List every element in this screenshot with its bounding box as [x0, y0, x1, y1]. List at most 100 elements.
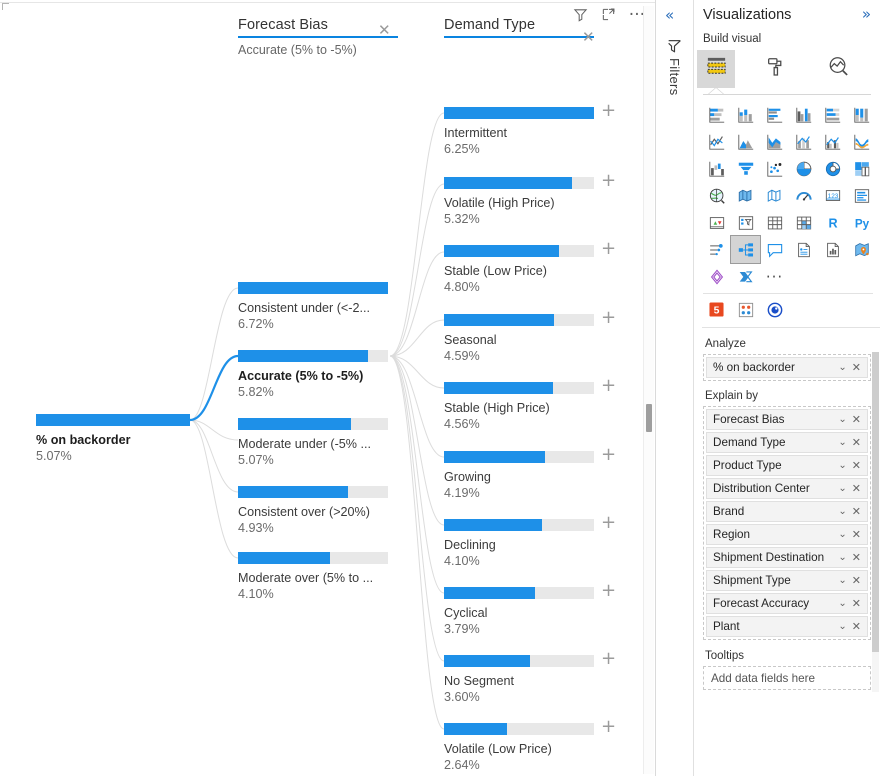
- tooltips-well-dropzone[interactable]: Add data fields here: [703, 666, 871, 690]
- chevron-down-icon[interactable]: ⌄: [838, 460, 851, 471]
- line-stacked-column-chart-icon[interactable]: [789, 128, 818, 155]
- analyze-well-dropzone[interactable]: % on backorder ⌄ ✕: [703, 354, 871, 381]
- expand-node-button[interactable]: +: [601, 102, 616, 120]
- remove-field-icon[interactable]: ✕: [852, 551, 867, 564]
- tree-node-accurate[interactable]: Accurate (5% to -5%) 5.82%: [238, 350, 388, 399]
- clustered-bar-chart-icon[interactable]: [760, 101, 789, 128]
- chevron-down-icon[interactable]: ⌄: [838, 414, 851, 425]
- clustered-column-chart-icon[interactable]: [789, 101, 818, 128]
- close-icon[interactable]: ✕: [378, 23, 391, 38]
- expand-node-button[interactable]: +: [601, 650, 616, 668]
- chevron-down-icon[interactable]: ⌄: [838, 621, 851, 632]
- gauge-icon[interactable]: [789, 182, 818, 209]
- treemap-icon[interactable]: [847, 155, 876, 182]
- tree-node-consistent-under[interactable]: Consistent under (<-2... 6.72%: [238, 282, 388, 331]
- power-automate-icon[interactable]: [731, 263, 760, 290]
- remove-field-icon[interactable]: ✕: [852, 505, 867, 518]
- remove-field-icon[interactable]: ✕: [852, 361, 867, 374]
- tree-node-stable-high-price[interactable]: Stable (High Price) 4.56% +: [444, 377, 616, 431]
- slicer-icon[interactable]: [731, 209, 760, 236]
- remove-field-icon[interactable]: ✕: [852, 436, 867, 449]
- tree-node-no-segment[interactable]: No Segment 3.60% +: [444, 650, 616, 704]
- python-visual-icon[interactable]: Py: [847, 209, 876, 236]
- chevron-down-icon[interactable]: ⌄: [838, 437, 851, 448]
- scrollbar-thumb[interactable]: [872, 352, 879, 652]
- tree-root-node[interactable]: % on backorder 5.07%: [36, 414, 190, 463]
- card-icon[interactable]: 123: [818, 182, 847, 209]
- qa-visual-icon[interactable]: [760, 236, 789, 263]
- remove-field-icon[interactable]: ✕: [852, 574, 867, 587]
- tree-node-volatile-low-price[interactable]: Volatile (Low Price) 2.64% +: [444, 718, 616, 772]
- chevron-down-icon[interactable]: ⌄: [838, 598, 851, 609]
- stacked-bar-chart-icon[interactable]: [702, 101, 731, 128]
- tree-node-declining[interactable]: Declining 4.10% +: [444, 514, 616, 568]
- 100-stacked-column-chart-icon[interactable]: [847, 101, 876, 128]
- more-visuals-icon[interactable]: ···: [760, 263, 789, 290]
- chevron-down-icon[interactable]: ⌄: [838, 575, 851, 586]
- tree-level-header-demand-type[interactable]: Demand Type ✕: [444, 17, 595, 45]
- expand-node-button[interactable]: +: [601, 240, 616, 258]
- chevron-down-icon[interactable]: ⌄: [838, 529, 851, 540]
- field-pill-region[interactable]: Region ⌄ ✕: [706, 524, 868, 545]
- field-pill-brand[interactable]: Brand ⌄ ✕: [706, 501, 868, 522]
- kpi-icon[interactable]: [702, 209, 731, 236]
- stacked-area-chart-icon[interactable]: [760, 128, 789, 155]
- chevron-down-icon[interactable]: ⌄: [838, 483, 851, 494]
- matrix-icon[interactable]: [789, 209, 818, 236]
- tree-node-stable-low-price[interactable]: Stable (Low Price) 4.80% +: [444, 240, 616, 294]
- remove-field-icon[interactable]: ✕: [852, 620, 867, 633]
- waterfall-chart-icon[interactable]: [702, 155, 731, 182]
- tree-level-header-forecast-bias[interactable]: Forecast Bias Accurate (5% to -5%) ✕: [238, 17, 398, 57]
- shape-map-icon[interactable]: [760, 182, 789, 209]
- field-pill-shipment-type[interactable]: Shipment Type ⌄ ✕: [706, 570, 868, 591]
- tree-node-volatile-high-price[interactable]: Volatile (High Price) 5.32% +: [444, 172, 616, 226]
- field-pill-plant[interactable]: Plant ⌄ ✕: [706, 616, 868, 637]
- donut-chart-icon[interactable]: [818, 155, 847, 182]
- tree-vertical-scrollbar[interactable]: [643, 6, 654, 774]
- map-icon[interactable]: [702, 182, 731, 209]
- key-influencers-icon[interactable]: [702, 236, 731, 263]
- remove-field-icon[interactable]: ✕: [852, 597, 867, 610]
- tree-node-moderate-over[interactable]: Moderate over (5% to ... 4.10%: [238, 552, 388, 601]
- scatter-chart-icon[interactable]: [760, 155, 789, 182]
- html-content-visual-icon[interactable]: 5: [702, 296, 731, 323]
- wells-vertical-scrollbar[interactable]: [872, 352, 879, 692]
- field-pill-demand-type[interactable]: Demand Type ⌄ ✕: [706, 432, 868, 453]
- decomposition-tree-visual[interactable]: ··· Forecast Bias Accurate (5% to -5%) ✕…: [0, 0, 656, 776]
- tree-node-seasonal[interactable]: Seasonal 4.59% +: [444, 309, 616, 363]
- analytics-tab[interactable]: [819, 50, 857, 88]
- area-chart-icon[interactable]: [731, 128, 760, 155]
- field-pill-product-type[interactable]: Product Type ⌄ ✕: [706, 455, 868, 476]
- focus-mode-icon[interactable]: [596, 7, 620, 27]
- expand-node-button[interactable]: +: [601, 582, 616, 600]
- remove-field-icon[interactable]: ✕: [852, 413, 867, 426]
- table-icon[interactable]: [760, 209, 789, 236]
- field-pill-distribution-center[interactable]: Distribution Center ⌄ ✕: [706, 478, 868, 499]
- scrollbar-thumb[interactable]: [646, 404, 652, 432]
- tree-node-moderate-under[interactable]: Moderate under (-5% ... 5.07%: [238, 418, 388, 467]
- explain-by-well-dropzone[interactable]: Forecast Bias ⌄ ✕ Demand Type ⌄ ✕ Produc…: [703, 406, 871, 640]
- remove-field-icon[interactable]: ✕: [852, 459, 867, 472]
- tree-node-cyclical[interactable]: Cyclical 3.79% +: [444, 582, 616, 636]
- tree-node-intermittent[interactable]: Intermittent 6.25% +: [444, 102, 616, 156]
- format-visual-tab[interactable]: [757, 50, 795, 88]
- line-chart-icon[interactable]: [702, 128, 731, 155]
- expand-node-button[interactable]: +: [601, 309, 616, 327]
- expand-node-button[interactable]: +: [601, 172, 616, 190]
- collapse-filters-icon[interactable]: «: [665, 8, 674, 23]
- ribbon-chart-icon[interactable]: [847, 128, 876, 155]
- multi-row-card-icon[interactable]: [847, 182, 876, 209]
- field-pill-forecast-accuracy[interactable]: Forecast Accuracy ⌄ ✕: [706, 593, 868, 614]
- r-script-visual-icon[interactable]: R: [818, 209, 847, 236]
- paginated-report-icon[interactable]: [818, 236, 847, 263]
- filter-funnel-icon[interactable]: [666, 38, 683, 60]
- chevron-down-icon[interactable]: ⌄: [838, 506, 851, 517]
- funnel-chart-icon[interactable]: [731, 155, 760, 182]
- build-visual-tab[interactable]: [697, 50, 735, 88]
- close-icon[interactable]: ✕: [582, 30, 595, 45]
- expand-node-button[interactable]: +: [601, 718, 616, 736]
- field-pill-forecast-bias[interactable]: Forecast Bias ⌄ ✕: [706, 409, 868, 430]
- tree-node-consistent-over[interactable]: Consistent over (>20%) 4.93%: [238, 486, 388, 535]
- chevron-down-icon[interactable]: ⌄: [838, 552, 851, 563]
- expand-pane-icon[interactable]: »: [862, 7, 871, 22]
